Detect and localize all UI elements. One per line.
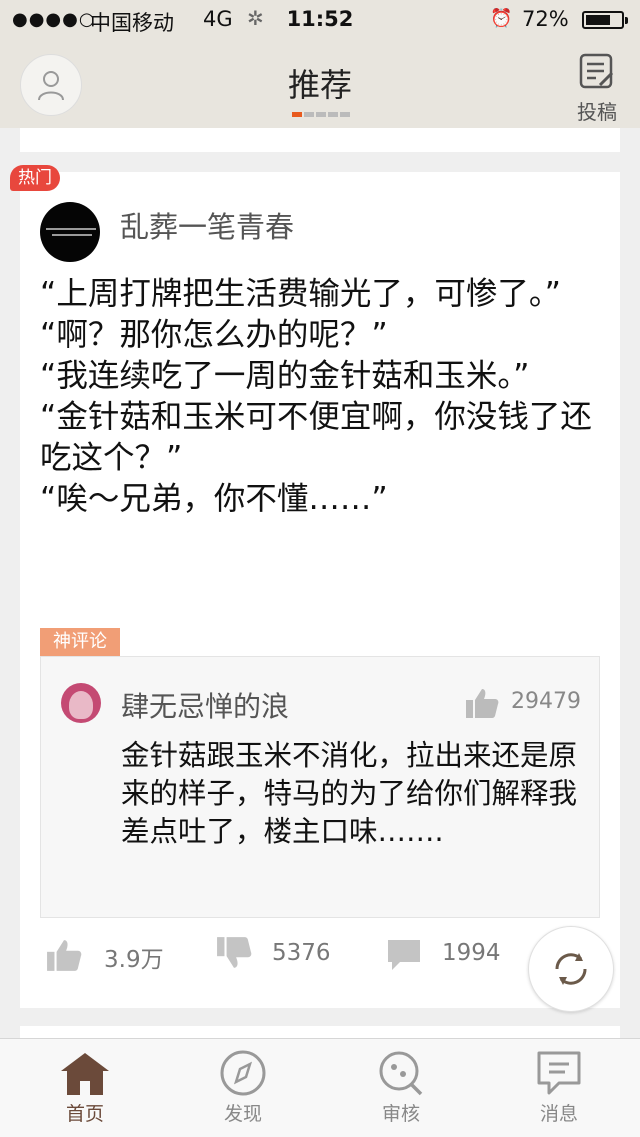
page-dot: [340, 112, 350, 117]
comment-bubble-icon: [388, 940, 420, 970]
page-title: 推荐: [287, 66, 352, 104]
author-name[interactable]: 乱葬一笔青春: [120, 204, 294, 246]
alarm-icon: ⏰: [490, 8, 513, 29]
god-comment-tag: 神评论: [40, 628, 120, 656]
commenter-avatar[interactable]: [61, 683, 101, 723]
tab-home-label: 首页: [65, 1103, 104, 1125]
page-dot: [316, 112, 326, 117]
post-line: “上周打牌把生活费输光了，可惨了。”: [40, 276, 561, 312]
comment-like-count: 29479: [511, 689, 581, 714]
tab-messages[interactable]: 消息: [509, 1049, 609, 1135]
thumbs-up-icon: [466, 689, 499, 718]
post-content: “上周打牌把生活费输光了，可惨了。” “啊？那你怎么办的呢？” “我连续吃了一周…: [40, 274, 610, 520]
tab-messages-label: 消息: [539, 1103, 578, 1125]
tab-home[interactable]: 首页: [35, 1049, 135, 1135]
post-line: “啊？那你怎么办的呢？”: [40, 317, 388, 353]
submit-post-label: 投稿: [577, 100, 617, 124]
edit-document-icon: [579, 53, 614, 89]
like-button[interactable]: 3.9万: [46, 932, 196, 984]
tab-discover-label: 发现: [223, 1103, 262, 1125]
message-icon: [537, 1051, 581, 1095]
page-dot: [292, 112, 302, 117]
battery-icon: [582, 11, 628, 29]
battery-percent: 72%: [522, 7, 569, 31]
thumbs-up-icon: [47, 940, 82, 971]
home-icon: [61, 1053, 109, 1095]
post-card[interactable]: 乱葬一笔青春 “上周打牌把生活费输光了，可惨了。” “啊？那你怎么办的呢？” “…: [20, 172, 620, 1008]
refresh-button[interactable]: [528, 926, 614, 1012]
dislike-button[interactable]: 5376: [216, 932, 366, 984]
commenter-name[interactable]: 肆无忌惮的浪: [121, 685, 289, 725]
thumbs-down-icon: [217, 937, 252, 968]
post-line: “唉～兄弟，你不懂……”: [40, 481, 388, 517]
page-dot: [304, 112, 314, 117]
refresh-icon: [555, 953, 587, 985]
comment-count: 1994: [442, 940, 501, 966]
tab-review[interactable]: 审核: [351, 1049, 451, 1135]
submit-post-button[interactable]: 投稿: [572, 52, 622, 124]
top-nav-bar: 推荐 投稿: [0, 40, 640, 128]
comment-button[interactable]: 1994: [386, 932, 536, 984]
dislike-count: 5376: [272, 940, 331, 966]
post-line: “我连续吃了一周的金针菇和玉米。”: [40, 358, 530, 394]
comment-like-button[interactable]: 29479: [465, 687, 585, 721]
compass-icon: [220, 1050, 266, 1096]
previous-card: [20, 128, 620, 152]
tab-review-label: 审核: [381, 1103, 420, 1125]
comment-text: 金针菇跟玉米不消化，拉出来还是原来的样子，特马的为了给你们解释我差点吐了，楼主口…: [121, 739, 578, 848]
tab-discover[interactable]: 发现: [193, 1049, 293, 1135]
review-icon: [379, 1051, 423, 1096]
bottom-tab-bar: 首页 发现 审核 消息: [0, 1038, 640, 1137]
page-dot: [328, 112, 338, 117]
status-bar: ●●●●○ 中国移动 4G ✲ 11:52 ⏰ 72%: [0, 0, 640, 40]
hot-badge: 热门: [10, 165, 60, 191]
page-indicator: [292, 112, 352, 118]
like-count: 3.9万: [104, 947, 164, 973]
post-line: “金针菇和玉米可不便宜啊，你没钱了还吃这个？”: [40, 399, 592, 476]
author-avatar[interactable]: [40, 202, 100, 262]
god-comment-box[interactable]: 肆无忌惮的浪 29479 金针菇跟玉米不消化，拉出来还是原来的样子，特马的为了给…: [40, 656, 600, 918]
